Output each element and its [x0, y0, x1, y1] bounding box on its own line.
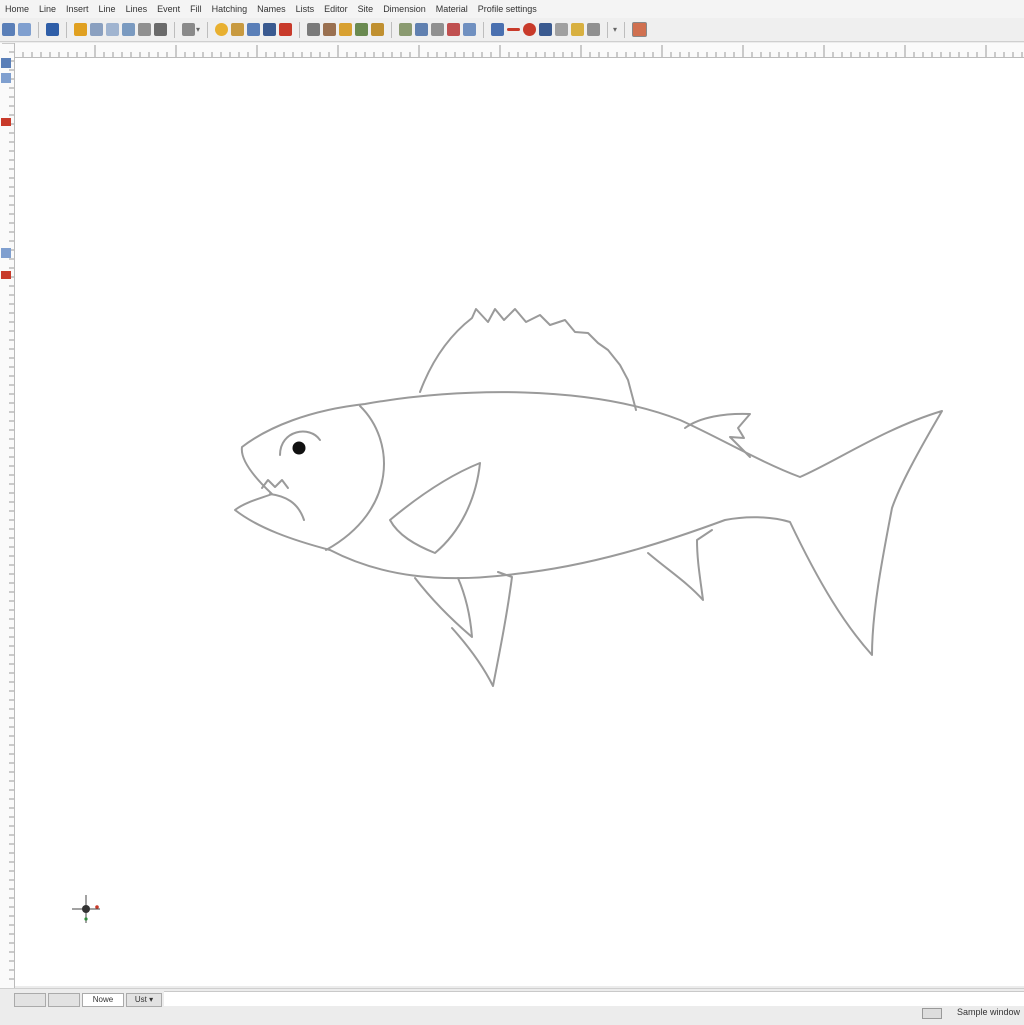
- fish-body-outline: [234, 391, 943, 656]
- node-icon[interactable]: [154, 23, 167, 36]
- origin-crosshair-icon[interactable]: [72, 895, 100, 923]
- arrow-down-icon[interactable]: ▾: [613, 25, 617, 34]
- sheet-tab-label: Nowe: [92, 995, 114, 1004]
- save-icon[interactable]: [46, 23, 59, 36]
- zoom-icon[interactable]: [90, 23, 103, 36]
- ruler-tool-icon[interactable]: [1, 58, 11, 68]
- toolbar-separator: [483, 21, 485, 38]
- menu-item-insert[interactable]: Insert: [66, 4, 89, 14]
- drawing-canvas[interactable]: [15, 58, 1024, 986]
- open-icon[interactable]: [74, 23, 87, 36]
- toolbar: ▾ ▾: [0, 18, 1024, 42]
- anal-fin: [451, 571, 513, 687]
- fish-drawing: [72, 308, 943, 923]
- ruler-marker-icon[interactable]: [1, 118, 11, 126]
- pelvic-fin: [414, 577, 473, 638]
- menu-item-line[interactable]: Line: [39, 4, 56, 14]
- print-icon[interactable]: [431, 23, 445, 36]
- undo-icon[interactable]: [2, 23, 15, 36]
- arrow-icon[interactable]: [182, 23, 195, 36]
- toolbar-separator: [391, 21, 393, 38]
- menu-item-lists[interactable]: Lists: [296, 4, 315, 14]
- toolbar-separator: [38, 21, 39, 38]
- back-icon[interactable]: [106, 23, 119, 36]
- vertical-ruler[interactable]: [0, 42, 15, 988]
- status-indicator: [922, 1008, 942, 1019]
- menu-item-names[interactable]: Names: [257, 4, 286, 14]
- sheet-tab-label: Ust: [134, 995, 147, 1004]
- toolbar-separator: [174, 21, 175, 38]
- cursor-icon[interactable]: [587, 23, 601, 36]
- toolbar-separator: [207, 21, 209, 38]
- rear-ventral-fin: [647, 529, 713, 601]
- pectoral-fin: [389, 462, 481, 554]
- fish-eye: [292, 441, 306, 455]
- zoom-tool-icon[interactable]: [463, 23, 477, 36]
- curve-icon[interactable]: [555, 23, 569, 36]
- menu-item-material[interactable]: Material: [436, 4, 468, 14]
- menu-item-home[interactable]: Home: [5, 4, 29, 14]
- frame-icon[interactable]: [632, 22, 648, 37]
- layer-icon[interactable]: [323, 23, 337, 36]
- dorsal-fin: [419, 308, 637, 411]
- menu-item-hatching[interactable]: Hatching: [212, 4, 248, 14]
- snap-icon[interactable]: [122, 23, 135, 36]
- horizontal-ruler[interactable]: [13, 43, 1024, 58]
- toolbar-separator: [66, 21, 67, 38]
- ruler-tool-icon[interactable]: [1, 73, 11, 83]
- toolbar-separator: [299, 21, 301, 38]
- brush-icon[interactable]: [571, 23, 585, 36]
- horizontal-scrollbar[interactable]: [164, 991, 1024, 1006]
- toolbar-separator: [624, 21, 626, 38]
- minus-icon[interactable]: [507, 28, 521, 31]
- pencil-icon[interactable]: [339, 23, 353, 36]
- menu-item-profile-settings[interactable]: Profile settings: [478, 4, 537, 14]
- menu-item-editor[interactable]: Editor: [324, 4, 348, 14]
- line-tool-icon[interactable]: [491, 23, 505, 36]
- menu-item-dimension[interactable]: Dimension: [383, 4, 426, 14]
- status-text: Sample window: [956, 1007, 1020, 1017]
- measure-icon[interactable]: [415, 23, 429, 36]
- settings-icon[interactable]: [138, 23, 151, 36]
- gill-line: [325, 405, 385, 551]
- text-icon[interactable]: [263, 23, 277, 36]
- menu-item-site[interactable]: Site: [358, 4, 374, 14]
- menu-item-lines[interactable]: Lines: [126, 4, 148, 14]
- mouth-line: [269, 493, 305, 521]
- horizontal-ruler-ticks: [13, 45, 1023, 57]
- status-bar: Nowe Ust ▾ Sample window: [0, 988, 1024, 1025]
- vertical-ruler-ticks: [1, 42, 14, 980]
- redo-icon[interactable]: [18, 23, 31, 36]
- rectangle-icon[interactable]: [231, 23, 245, 36]
- select-icon[interactable]: [399, 23, 413, 36]
- grid-icon[interactable]: [355, 23, 369, 36]
- ruler-tool-icon[interactable]: [1, 248, 11, 258]
- menu-item-fill[interactable]: Fill: [190, 4, 202, 14]
- search-icon[interactable]: [307, 23, 321, 36]
- sheet-tab-dropdown[interactable]: Ust ▾: [126, 993, 162, 1007]
- menu-item-line-2[interactable]: Line: [99, 4, 116, 14]
- image-icon[interactable]: [247, 23, 261, 36]
- sheet-tab-active[interactable]: Nowe: [82, 993, 124, 1007]
- circle-icon[interactable]: [215, 23, 229, 36]
- ruler-marker-icon[interactable]: [1, 271, 11, 279]
- chevron-down-icon[interactable]: ▾: [196, 25, 200, 34]
- record-icon[interactable]: [523, 23, 537, 36]
- sheet-tab-2[interactable]: [48, 993, 80, 1007]
- color-icon[interactable]: [279, 23, 293, 36]
- arrow-tool-icon[interactable]: [371, 23, 385, 36]
- sheet-tab-1[interactable]: [14, 993, 46, 1007]
- menu-bar: Home Line Insert Line Lines Event Fill H…: [0, 0, 1024, 19]
- palette-icon[interactable]: [539, 23, 553, 36]
- toolbar-separator: [607, 21, 609, 38]
- menu-item-event[interactable]: Event: [157, 4, 180, 14]
- export-icon[interactable]: [447, 23, 461, 36]
